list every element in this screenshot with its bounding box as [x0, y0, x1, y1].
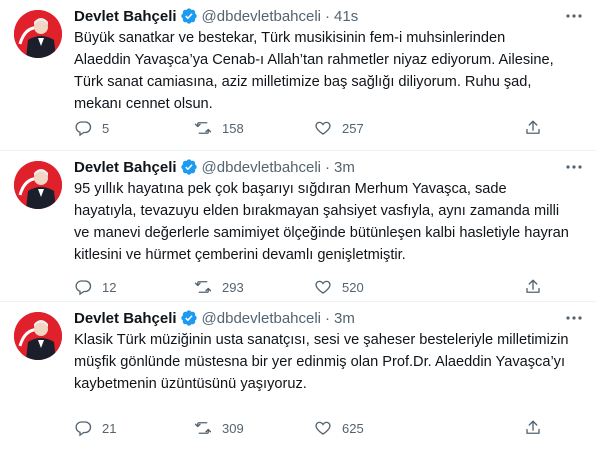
retweet-count: 293 — [222, 279, 244, 295]
tweet-text: Klasik Türk müziğinin usta sanatçısı, se… — [74, 332, 569, 392]
tweet-actions: 12 293 520 — [74, 277, 552, 297]
author-handle[interactable]: @dbdevletbahceli — [202, 310, 321, 327]
avatar-image — [14, 312, 62, 360]
verified-badge-icon — [180, 8, 197, 24]
tweet-time[interactable]: 3m — [334, 159, 355, 176]
tweet-time[interactable]: 41s — [334, 8, 358, 25]
author-handle[interactable]: @dbdevletbahceli — [202, 8, 321, 25]
share-button[interactable] — [524, 119, 552, 137]
reply-icon — [75, 121, 92, 137]
separator-dot: · — [325, 309, 331, 327]
avatar[interactable] — [14, 10, 62, 58]
reply-count: 12 — [102, 279, 117, 295]
verified-badge-icon — [180, 159, 197, 175]
tweet-header: Devlet Bahçeli @dbdevletbahceli · 3m — [74, 308, 584, 328]
author-handle[interactable]: @dbdevletbahceli — [202, 159, 321, 176]
like-icon — [315, 421, 331, 435]
author-name[interactable]: Devlet Bahçeli — [74, 159, 177, 176]
like-count: 257 — [342, 120, 364, 136]
tweet[interactable]: Devlet Bahçeli @dbdevletbahceli · 41s Bü… — [0, 0, 596, 151]
reply-icon — [75, 421, 92, 437]
like-count: 625 — [342, 420, 364, 436]
share-icon — [526, 279, 540, 293]
tweet-text: Büyük sanatkar ve bestekar, Türk musikis… — [74, 30, 554, 112]
retweet-icon — [194, 422, 212, 434]
share-icon — [526, 420, 540, 434]
separator-dot: · — [325, 7, 331, 25]
like-button[interactable]: 257 — [314, 119, 434, 137]
avatar-image — [14, 161, 62, 209]
like-icon — [315, 121, 331, 135]
tweet[interactable]: Devlet Bahçeli @dbdevletbahceli · 3m 95 … — [0, 151, 596, 302]
avatar-image — [14, 10, 62, 58]
separator-dot: · — [325, 158, 331, 176]
more-icon[interactable] — [564, 159, 584, 175]
retweet-count: 309 — [222, 420, 244, 436]
author-name[interactable]: Devlet Bahçeli — [74, 310, 177, 327]
author-name[interactable]: Devlet Bahçeli — [74, 8, 177, 25]
retweet-count: 158 — [222, 120, 244, 136]
retweet-icon — [194, 122, 212, 134]
share-button[interactable] — [524, 278, 552, 296]
like-icon — [315, 280, 331, 294]
verified-badge-icon — [180, 310, 197, 326]
tweet-text: 95 yıllık hayatına pek çok başarıyı sığd… — [74, 181, 569, 263]
reply-count: 21 — [102, 420, 117, 436]
reply-count: 5 — [102, 120, 110, 136]
tweet-actions: 5 158 257 — [74, 118, 552, 138]
more-icon[interactable] — [564, 8, 584, 24]
tweet-header: Devlet Bahçeli @dbdevletbahceli · 41s — [74, 6, 584, 26]
tweet-actions: 21 309 625 — [74, 418, 552, 438]
retweet-icon — [194, 281, 212, 293]
retweet-button[interactable]: 293 — [194, 278, 314, 296]
like-button[interactable]: 520 — [314, 278, 434, 296]
share-icon — [526, 120, 540, 134]
like-button[interactable]: 625 — [314, 419, 434, 437]
share-button[interactable] — [524, 419, 552, 437]
more-icon[interactable] — [564, 310, 584, 326]
tweet-feed: Devlet Bahçeli @dbdevletbahceli · 41s Bü… — [0, 0, 596, 453]
avatar[interactable] — [14, 312, 62, 360]
reply-button[interactable]: 5 — [74, 119, 194, 137]
reply-button[interactable]: 21 — [74, 419, 194, 437]
tweet[interactable]: Devlet Bahçeli @dbdevletbahceli · 3m Kla… — [0, 302, 596, 453]
avatar[interactable] — [14, 161, 62, 209]
retweet-button[interactable]: 309 — [194, 419, 314, 437]
retweet-button[interactable]: 158 — [194, 119, 314, 137]
like-count: 520 — [342, 279, 364, 295]
reply-icon — [75, 280, 92, 296]
reply-button[interactable]: 12 — [74, 278, 194, 296]
tweet-time[interactable]: 3m — [334, 310, 355, 327]
tweet-header: Devlet Bahçeli @dbdevletbahceli · 3m — [74, 157, 584, 177]
